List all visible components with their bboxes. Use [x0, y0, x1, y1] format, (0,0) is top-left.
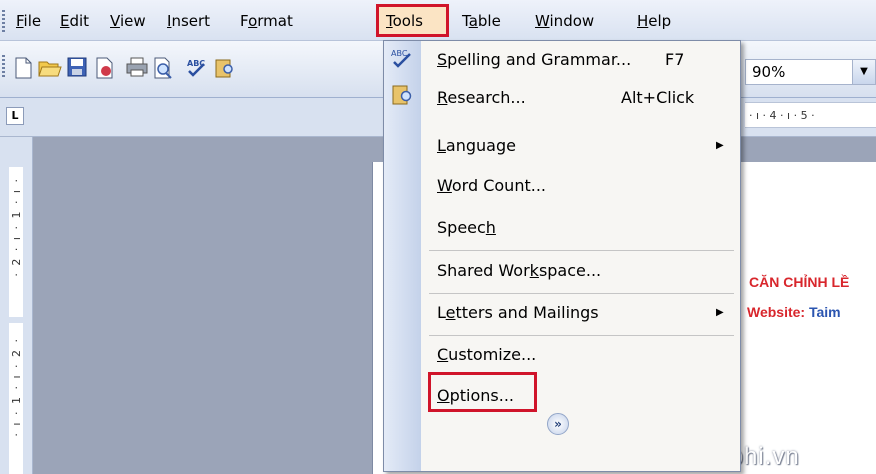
menu-item-shared-workspace[interactable]: Shared Workspace...	[421, 254, 740, 288]
tab-stop-selector[interactable]: L	[6, 107, 24, 125]
vertical-ruler[interactable]: · 2 · ı · 1 · ı · · ı · 1 · ı · 2 ·	[0, 137, 33, 474]
expand-menu-chevron-icon[interactable]: »	[547, 413, 569, 435]
website-value: Taim	[808, 304, 841, 320]
print-preview-icon[interactable]	[153, 57, 175, 79]
menu-table[interactable]: Table	[462, 10, 501, 32]
menu-edit[interactable]: Edit	[60, 10, 89, 32]
vertical-ruler-marks-upper: · 2 · ı · 1 · ı ·	[10, 177, 23, 277]
language-label: Language	[437, 136, 516, 155]
save-icon[interactable]	[66, 57, 88, 79]
spelling-grammar-label: Spelling and Grammar...	[437, 50, 632, 69]
zoom-combobox[interactable]: 90%	[745, 59, 855, 85]
menu-view[interactable]: View	[110, 10, 146, 32]
menu-item-language[interactable]: Language ▶	[421, 129, 740, 163]
website-label: Website:	[747, 304, 809, 320]
menu-item-speech[interactable]: Speech	[421, 211, 740, 245]
letters-mailings-label: Letters and Mailings	[437, 303, 599, 322]
menu-window[interactable]: Window	[535, 10, 594, 32]
spelling-shortcut: F7	[665, 50, 685, 69]
shared-workspace-label: Shared Workspace...	[437, 261, 602, 280]
new-document-icon[interactable]	[12, 57, 34, 79]
research-label: Research...	[437, 88, 526, 107]
menu-item-research[interactable]: Research... Alt+Click	[421, 81, 740, 115]
vertical-ruler-marks-lower: · ı · 1 · ı · 2 ·	[10, 337, 23, 437]
zoom-dropdown-icon[interactable]: ▼	[852, 59, 876, 85]
permission-icon[interactable]	[93, 57, 115, 79]
submenu-arrow-icon: ▶	[716, 140, 724, 151]
print-icon[interactable]	[126, 57, 148, 79]
menu-separator	[429, 335, 734, 336]
menu-tools[interactable]: Tools	[386, 10, 423, 32]
menu-separator	[429, 293, 734, 294]
word-count-label: Word Count...	[437, 176, 546, 195]
open-folder-icon[interactable]	[38, 57, 62, 79]
menu-insert[interactable]: Insert	[167, 10, 210, 32]
svg-text:ABC: ABC	[391, 49, 408, 58]
toolbar-grip[interactable]	[2, 55, 5, 77]
submenu-arrow-icon: ▶	[716, 307, 724, 318]
customize-label: Customize...	[437, 345, 537, 364]
menu-file[interactable]: File	[16, 10, 41, 32]
document-website-line: Website: Taim	[747, 304, 841, 320]
horizontal-ruler[interactable]: · ı · 4 · ı · 5 ·	[745, 102, 876, 128]
menu-separator	[429, 250, 734, 251]
document-heading: CĂN CHỈNH LỀ	[749, 274, 850, 290]
spelling-icon[interactable]: ABC	[186, 57, 208, 79]
menu-item-letters-mailings[interactable]: Letters and Mailings ▶	[421, 296, 740, 330]
options-highlight	[428, 372, 537, 412]
spelling-abc-icon: ABC	[390, 47, 414, 71]
menu-item-word-count[interactable]: Word Count...	[421, 169, 740, 203]
research-shortcut: Alt+Click	[621, 88, 695, 107]
menu-help[interactable]: Help	[637, 10, 671, 32]
research-book-icon	[390, 83, 414, 107]
menu-item-spelling-grammar[interactable]: Spelling and Grammar... F7	[421, 43, 740, 77]
menubar-grip[interactable]	[2, 10, 5, 32]
research-icon[interactable]	[214, 57, 236, 79]
speech-label: Speech	[437, 218, 496, 237]
menu-item-customize[interactable]: Customize...	[421, 338, 740, 372]
menu-format[interactable]: Format	[240, 10, 293, 32]
